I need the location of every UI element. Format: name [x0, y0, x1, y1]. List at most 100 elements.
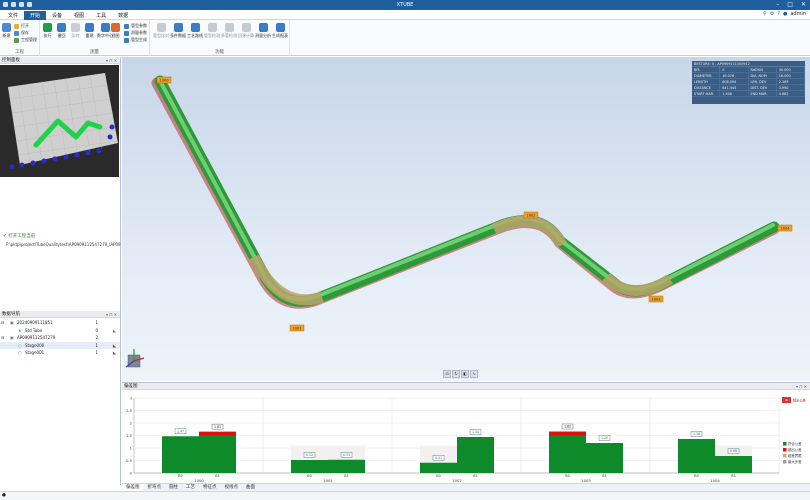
bar-in-tolerance [586, 443, 623, 473]
camera-preview-image [8, 73, 118, 170]
bar-in-tolerance [328, 459, 365, 473]
curve-view-icon[interactable]: ∿ [470, 370, 478, 378]
bottom-tab[interactable]: 偏差图 [122, 484, 144, 491]
panel-controls[interactable]: ▾ ⊓ ✕ [106, 311, 117, 318]
value-label: 1.81 [214, 425, 221, 429]
user-name[interactable]: admin [790, 11, 806, 17]
menu-tab[interactable]: 开始 [24, 11, 47, 20]
panel-controls[interactable]: ▾ ⊓ ✕ [796, 383, 807, 390]
value-label: 0.41 [435, 456, 442, 460]
y-tick-label: 2 [130, 420, 133, 425]
bar-label: B1 [344, 474, 348, 478]
run-button[interactable]: 执行 [43, 23, 52, 39]
axis-gizmo[interactable] [125, 349, 145, 368]
minimize-icon[interactable]: – [776, 1, 779, 8]
view-icon [111, 23, 120, 32]
ribbon-group-functions: 管型比对 多件数据 工艺路线 管型检测 多管检测 回弹计算 测量分析 生成报表 功能 [150, 20, 290, 56]
function-button[interactable]: 工艺路线 [187, 23, 203, 39]
3d-viewport[interactable]: 1000 1001 1002 1003 1004 [122, 57, 810, 381]
settings-icon[interactable]: ⚙ [770, 11, 774, 17]
measure-params-button[interactable]: 测量参数 [124, 30, 147, 36]
play-icon [43, 23, 52, 32]
tree-item[interactable]: ★ Std Tube 0 ◣ [0, 327, 120, 334]
bar-in-tolerance [457, 437, 494, 473]
user-icon[interactable]: ● [783, 11, 787, 17]
tree-item[interactable]: ○ Stage000 1 ◣ [0, 341, 120, 349]
new-project-button[interactable]: 新建 [2, 23, 11, 39]
menu-tab[interactable]: 数据 [112, 11, 134, 20]
bottom-tab[interactable]: 圆柱 [165, 484, 182, 491]
menu-tab[interactable]: 文件 [2, 11, 24, 20]
deviation-chart: 32.521.510.5010001.47B01.81B110010.52B00… [126, 395, 806, 483]
function-button[interactable]: 管型比对 [153, 23, 169, 39]
reverse-button[interactable]: 反转 [71, 23, 80, 39]
tube-model[interactable]: 1000 1001 1002 1003 1004 [122, 57, 810, 381]
y-tick-label: 1.5 [126, 433, 133, 438]
tree-item[interactable]: ○ Stage001 1 ◣ [0, 349, 120, 356]
tree-item[interactable]: ⊟ ▣ 20240909111851 1 [0, 319, 120, 326]
tree-header: 数据导航 ▾ ⊓ ✕ [0, 311, 120, 318]
legend-swatch [783, 460, 787, 464]
panel-controls[interactable]: ▾ ⊓ ✕ [106, 57, 117, 64]
expand-icon[interactable]: ⊟ [1, 319, 4, 326]
bar-in-tolerance [549, 435, 586, 473]
rebuild-button[interactable]: 重建 [85, 23, 94, 39]
project-path: F:\pktp\project\TubeQualitytest\AP090911… [6, 242, 121, 247]
open-project-button[interactable]: 打开 [14, 23, 29, 29]
view-button[interactable]: 视图 [111, 23, 120, 39]
menu-tab[interactable]: 工具 [90, 11, 112, 20]
info-row: START MAR. 1.406 END MAR. 4.682 [692, 91, 805, 97]
status-icon: ● [2, 493, 6, 498]
function-button[interactable]: 多件数据 [170, 23, 186, 39]
node-label-1001: 1001 [292, 327, 301, 331]
save-project-button[interactable]: 保存 [14, 30, 29, 36]
expand-icon[interactable]: ⊟ [1, 334, 4, 341]
bar-in-tolerance [162, 436, 199, 473]
gear-icon [124, 23, 129, 29]
bottom-tab[interactable]: 工艺 [182, 484, 199, 491]
curve-icon [85, 23, 94, 32]
tube-info-table: BESTURE: 0 - AP0909111100912 BPL 0 RADIUS 3… [692, 61, 805, 104]
function-icon [156, 23, 166, 32]
window-title: XTUBE [396, 2, 414, 8]
preview-header: 控制面板 ▾ ⊓ ✕ [0, 57, 120, 64]
value-label: 1.36 [693, 432, 700, 436]
fit-view-icon[interactable]: ⊡ [443, 370, 451, 378]
function-button[interactable]: 多管检测 [221, 23, 237, 39]
value-label: 1.44 [472, 430, 479, 434]
tube-generate-button[interactable]: 管型生成 [124, 37, 147, 43]
link-icon[interactable]: ⚲ [763, 11, 767, 17]
y-tick-label: 2.5 [126, 408, 133, 413]
ribbon-group-measure: 执行 撤回 反转 重建 数字中心 视图 管型参数 测量参数 管型生成 测量 [40, 20, 150, 56]
function-icon [173, 23, 183, 32]
menu-tab[interactable]: 设备 [46, 11, 68, 20]
function-button[interactable]: 生成报表 [272, 23, 288, 39]
bottom-tab[interactable]: 特征点 [199, 484, 221, 491]
circle-icon: ○ [18, 342, 22, 348]
manage-project-button[interactable]: 工程管理 [14, 37, 37, 43]
tree-item[interactable]: ⊟ ▣ AP0909112547279 2 [0, 334, 120, 341]
legend-label: 最大步差 [788, 459, 802, 464]
bottom-tab[interactable]: 视线点 [221, 484, 243, 491]
function-icon [275, 23, 285, 32]
function-button[interactable]: 回弹计算 [238, 23, 254, 39]
bottom-tab[interactable]: 折弯点 [144, 484, 166, 491]
star-icon: ★ [18, 327, 22, 333]
value-label: 1.82 [564, 425, 571, 429]
wave-icon [100, 23, 110, 32]
menu-bar: 文件 开始 设备 视图 工具 数据 ⚲ ⚙ ? ● admin [0, 10, 810, 20]
tree-item-count: 1 [95, 342, 98, 348]
tube-params-button[interactable]: 管型参数 [124, 23, 147, 29]
close-icon[interactable]: ✕ [801, 1, 806, 8]
reverse-icon [71, 23, 80, 32]
flag-icon: ◣ [112, 350, 116, 355]
help-icon[interactable]: ? [777, 11, 780, 17]
menu-tab[interactable]: 视图 [68, 11, 90, 20]
maximize-icon[interactable]: □ [787, 1, 793, 8]
undo-button[interactable]: 撤回 [57, 23, 66, 39]
function-button[interactable]: 管型检测 [204, 23, 220, 39]
bottom-tab[interactable]: 曲面 [242, 484, 259, 491]
section-view-icon[interactable]: ◧ [461, 370, 469, 378]
rotate-view-icon[interactable]: ↻ [452, 370, 460, 378]
function-button[interactable]: 测量分析 [255, 23, 271, 39]
